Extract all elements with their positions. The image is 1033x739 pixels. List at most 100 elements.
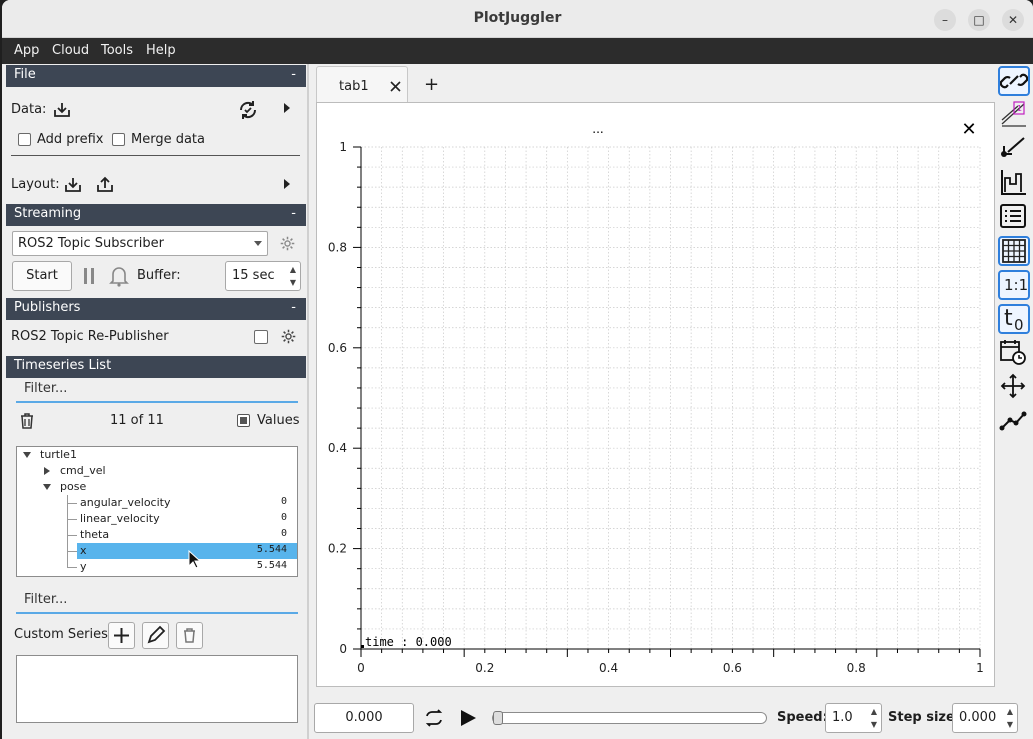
file-section-title: File	[14, 67, 36, 82]
start-streaming-button[interactable]: Start	[12, 261, 72, 291]
spin-down-icon[interactable]: ▼	[1003, 718, 1017, 731]
load-layout-icon[interactable]	[63, 175, 83, 195]
tab-label: tab1	[339, 79, 369, 94]
merge-data-checkbox[interactable]	[112, 133, 125, 146]
time-input[interactable]: 0.000	[314, 703, 414, 733]
close-window-icon[interactable]: ✕	[1002, 9, 1024, 31]
custom-filter-input[interactable]: Filter...	[16, 592, 298, 614]
menu-help[interactable]: Help	[146, 43, 176, 58]
legend-icon[interactable]: 1	[998, 100, 1030, 130]
line-icon[interactable]	[998, 406, 1030, 436]
x-tick-label: 0	[357, 661, 365, 675]
time-offset-icon[interactable]: t 0	[998, 304, 1030, 334]
publishers-section-header[interactable]: Publishers -	[6, 298, 306, 320]
tree-item-angular-velocity[interactable]: angular_velocity 0	[17, 495, 297, 511]
load-data-icon[interactable]	[52, 100, 72, 120]
pointer-icon[interactable]	[998, 134, 1030, 164]
title-bar: PlotJuggler – □ ✕	[2, 0, 1033, 38]
expanded-arrow-icon[interactable]	[43, 484, 51, 490]
edit-custom-series-button[interactable]	[142, 622, 169, 649]
publishers-collapse[interactable]: -	[291, 300, 296, 315]
plot-chart[interactable]: ... ✕ 0 0.2 0.4 0.6 0.8 1 0 0.2 0.4 0.6 0.8 1 time …	[317, 103, 994, 686]
timeseries-tree[interactable]: turtle1 cmd_vel pose angular_velocity 0 …	[16, 446, 298, 577]
streaming-plugin-select[interactable]: ROS2 Topic Subscriber	[12, 231, 268, 256]
calendar-clock-icon[interactable]	[998, 338, 1030, 368]
close-plot-icon[interactable]: ✕	[961, 119, 976, 140]
histogram-icon[interactable]	[998, 168, 1030, 198]
streaming-settings-gear-icon[interactable]	[279, 235, 296, 252]
step-size-spinbox[interactable]: 0.000 ▲ ▼	[952, 703, 1018, 733]
menu-app[interactable]: App	[14, 43, 39, 58]
file-section-header[interactable]: File -	[6, 65, 306, 87]
publisher-enable-checkbox[interactable]	[254, 330, 268, 344]
y-tick-label: 0.6	[328, 341, 347, 355]
add-prefix-checkbox[interactable]	[18, 133, 31, 146]
spin-up-icon[interactable]: ▲	[867, 705, 881, 718]
add-tab-button[interactable]: +	[424, 74, 439, 95]
values-checkbox[interactable]	[237, 414, 250, 427]
trash-icon	[184, 628, 195, 643]
data-label: Data:	[11, 102, 47, 117]
add-custom-series-button[interactable]	[108, 622, 135, 649]
collapsed-arrow-icon[interactable]	[44, 467, 50, 475]
data-menu-arrow-icon[interactable]	[282, 102, 292, 114]
layout-menu-arrow-icon[interactable]	[282, 178, 292, 190]
plot-area[interactable]: ... ✕ 0 0.2 0.4 0.6 0.8 1 0 0.2 0.4 0.6 0.8 1 time …	[316, 102, 995, 687]
trash-icon[interactable]	[18, 412, 36, 430]
delete-custom-series-button[interactable]	[176, 622, 203, 649]
time-slider[interactable]	[492, 711, 767, 725]
expanded-arrow-icon[interactable]	[23, 452, 31, 458]
plus-icon	[114, 628, 129, 643]
tree-item-x[interactable]: x 5.544	[17, 543, 297, 559]
file-collapse[interactable]: -	[291, 67, 296, 82]
list-icon[interactable]	[998, 202, 1030, 232]
reload-icon[interactable]	[236, 98, 260, 122]
spin-down-icon[interactable]: ▼	[867, 718, 881, 731]
grid-icon[interactable]	[998, 236, 1030, 266]
timeseries-section-header: Timeseries List	[6, 356, 306, 378]
streaming-section-header[interactable]: Streaming -	[6, 204, 306, 226]
step-size-label: Step size:	[888, 710, 961, 725]
minimize-icon[interactable]: –	[934, 9, 956, 31]
plot-axes: 0 0.2 0.4 0.6 0.8 1 0 0.2 0.4 0.6 0.8 1	[328, 140, 984, 675]
save-layout-icon[interactable]	[95, 175, 115, 195]
y-tick-label: 0	[339, 642, 347, 656]
maximize-icon[interactable]: □	[968, 9, 990, 31]
splitter[interactable]	[307, 64, 309, 739]
tree-item-turtle1[interactable]: turtle1	[17, 447, 297, 463]
app-window: PlotJuggler – □ ✕ App Cloud Tools Help F…	[2, 0, 1033, 739]
tree-item-cmd-vel[interactable]: cmd_vel	[17, 463, 297, 479]
spin-down-icon[interactable]: ▼	[286, 276, 300, 289]
tree-item-pose[interactable]: pose	[17, 479, 297, 495]
merge-data-label: Merge data	[131, 132, 205, 147]
timeseries-section-title: Timeseries List	[14, 358, 112, 373]
x-tick-label: 0.8	[847, 661, 866, 675]
close-tab-icon[interactable]	[390, 81, 401, 92]
plot-title: ...	[592, 122, 603, 136]
spin-up-icon[interactable]: ▲	[286, 263, 300, 276]
speed-spinbox[interactable]: 1.0 ▲ ▼	[825, 703, 882, 733]
tree-item-theta[interactable]: theta 0	[17, 527, 297, 543]
bell-icon[interactable]	[109, 265, 129, 287]
buffer-spinbox[interactable]: 15 sec ▲ ▼	[225, 261, 301, 291]
menu-cloud[interactable]: Cloud	[52, 43, 89, 58]
menu-bar: App Cloud Tools Help	[2, 38, 1033, 64]
cursor-time-label: time : 0.000	[365, 635, 452, 649]
tab-tab1[interactable]: tab1	[316, 66, 408, 104]
loop-icon[interactable]	[423, 708, 445, 728]
spin-up-icon[interactable]: ▲	[1003, 705, 1017, 718]
publisher-settings-gear-icon[interactable]	[280, 328, 297, 345]
tree-item-linear-velocity[interactable]: linear_velocity 0	[17, 511, 297, 527]
tree-item-y[interactable]: y 5.544	[17, 559, 297, 575]
menu-tools[interactable]: Tools	[101, 43, 133, 58]
streaming-collapse[interactable]: -	[291, 206, 296, 221]
timeseries-filter-input[interactable]: Filter...	[16, 381, 298, 403]
ratio-icon[interactable]: 1:1	[998, 270, 1030, 300]
pencil-icon	[147, 625, 166, 644]
pause-icon[interactable]	[82, 266, 96, 286]
right-toolbar: 1 1:1 t 0	[998, 66, 1032, 446]
link-icon[interactable]	[998, 66, 1030, 96]
play-icon[interactable]	[458, 708, 478, 728]
move-icon[interactable]	[998, 372, 1030, 402]
slider-handle[interactable]	[493, 711, 503, 725]
